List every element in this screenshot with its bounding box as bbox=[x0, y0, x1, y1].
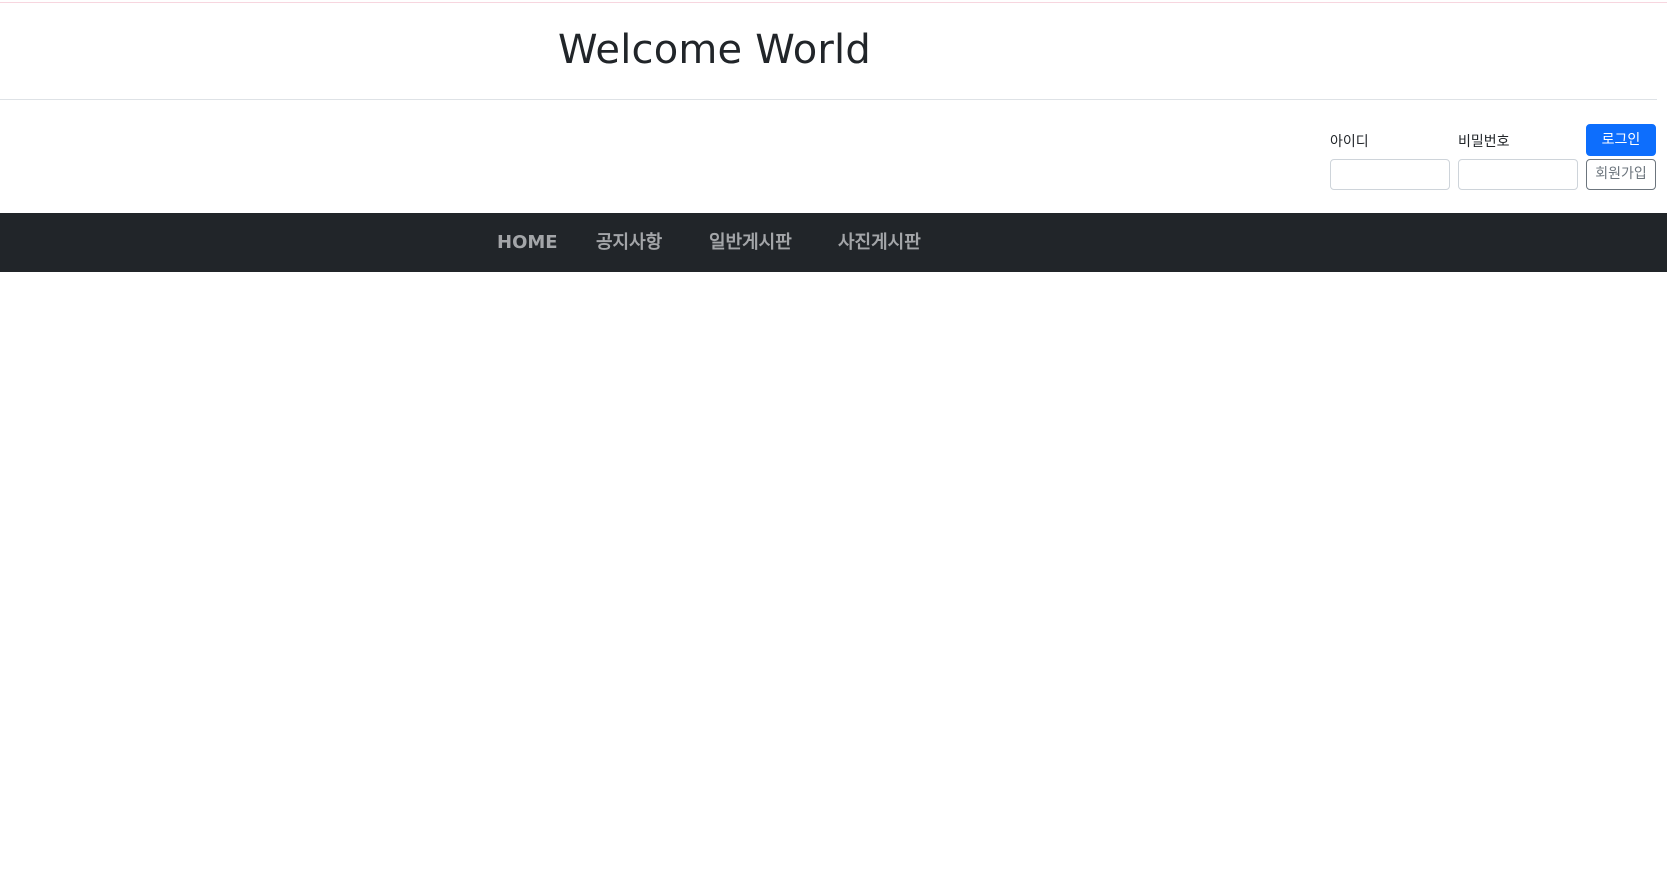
id-input[interactable] bbox=[1330, 159, 1450, 190]
nav-item-notice[interactable]: 공지사항 bbox=[596, 213, 662, 272]
nav-item-general-board[interactable]: 일반게시판 bbox=[709, 213, 792, 272]
nav-item-home[interactable]: HOME bbox=[497, 213, 558, 272]
signup-button[interactable]: 회원가입 bbox=[1586, 159, 1656, 190]
site-title: Welcome World bbox=[558, 27, 871, 73]
id-label: 아이디 bbox=[1330, 134, 1369, 150]
password-input[interactable] bbox=[1458, 159, 1578, 190]
site-header: Welcome World bbox=[0, 3, 1657, 100]
nav-item-photo-board[interactable]: 사진게시판 bbox=[838, 213, 921, 272]
login-button[interactable]: 로그인 bbox=[1586, 124, 1656, 156]
main-navbar: HOME 공지사항 일반게시판 사진게시판 bbox=[0, 213, 1667, 272]
password-label: 비밀번호 bbox=[1458, 134, 1510, 150]
login-form: 아이디 비밀번호 로그인 회원가입 bbox=[0, 100, 1667, 213]
